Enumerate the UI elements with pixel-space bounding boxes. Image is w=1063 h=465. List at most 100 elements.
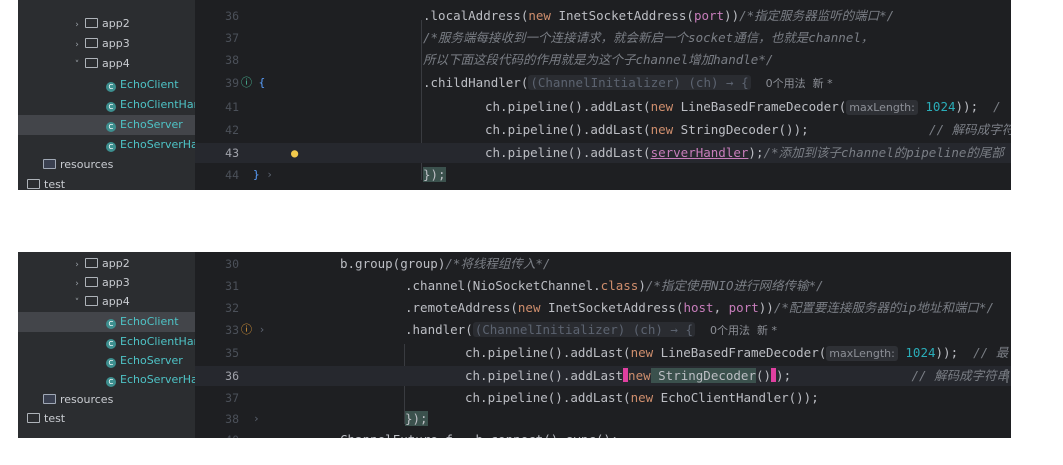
param-hint: maxLength: [826, 346, 898, 361]
scrollbar-marker[interactable] [1006, 369, 1008, 383]
tree-item-label: test [44, 178, 66, 190]
tree-item-label: EchoServerHar [120, 373, 195, 386]
chevron-down-icon[interactable]: ˅ [72, 293, 82, 313]
folder-icon [85, 18, 98, 28]
tree-item-echoclient[interactable]: C EchoClient [18, 75, 195, 95]
tree-item-label: app2 [102, 17, 130, 30]
tree-item-label: EchoClientHan [120, 98, 195, 111]
class-icon: C [106, 339, 116, 349]
tree-item-label: app3 [102, 37, 130, 50]
tree-item-resources[interactable]: resources [18, 390, 195, 410]
implementation-gutter-icon[interactable]: ⓘ › [241, 320, 281, 340]
line-number: 41 [225, 100, 239, 114]
tree-item-app2[interactable]: › app2 [18, 254, 195, 274]
line-number: 31 [225, 279, 239, 293]
tree-item-label: EchoServer [120, 354, 183, 367]
code-line[interactable]: 32 .remoteAddress(new InetSocketAddress(… [195, 298, 1011, 318]
tree-item-label: app3 [102, 276, 130, 289]
line-number: 33 [225, 323, 239, 337]
chevron-right-icon[interactable]: › [72, 255, 82, 275]
project-tree: › app2 › app3 ˅ app4 C EchoClient C EchoClientHan… [18, 252, 195, 438]
usage-hint[interactable]: 0个用法 新 * [766, 77, 833, 90]
code-editor[interactable]: 36 .localAddress(new InetSocketAddress(p… [195, 0, 1011, 190]
code-line-current[interactable]: 43 ● ch.pipeline().addLast(serverHandler… [195, 143, 1011, 163]
ide-panel-server: › app2 › app3 ˅ app4 C EchoClient C EchoClientHan… [18, 0, 1011, 190]
class-icon: C [106, 319, 116, 329]
code-line[interactable]: 44 } › }); [195, 165, 1011, 185]
line-number: 42 [225, 123, 239, 137]
line-number: 38 [225, 412, 239, 426]
code-line[interactable]: 38 所以下面这段代码的作用就是为这个子channel增加handle*/ [195, 50, 1011, 70]
line-number: 35 [225, 346, 239, 360]
code-line[interactable]: 42 ch.pipeline().addLast(new StringDecod… [195, 120, 1011, 140]
code-editor[interactable]: 30 b.group(group)/*将线程组传入*/ 31 .channel(… [195, 252, 1011, 438]
tree-item-app2[interactable]: › app2 [18, 14, 195, 34]
code-line[interactable]: 40 ChannelFuture f = b.connect().sync(); [195, 430, 1011, 438]
folder-icon [27, 179, 40, 189]
class-icon: C [106, 82, 116, 92]
folder-icon [85, 38, 98, 48]
chevron-right-icon[interactable]: › [72, 15, 82, 35]
tree-item-resources[interactable]: resources [18, 155, 195, 175]
code-line[interactable]: 35 ch.pipeline().addLast(new LineBasedFr… [195, 343, 1011, 363]
resources-folder-icon [43, 159, 56, 169]
tree-item-echoserverhar[interactable]: C EchoServerHar [18, 135, 195, 155]
tree-item-test[interactable]: test [18, 409, 195, 429]
tree-item-app4[interactable]: ˅ app4 [18, 54, 195, 74]
code-line[interactable]: 38 › }); [195, 409, 1011, 429]
tree-item-label: resources [60, 158, 114, 171]
code-line[interactable]: 37 ch.pipeline().addLast(new EchoClientH… [195, 388, 1011, 408]
tree-item-app3[interactable]: › app3 [18, 34, 195, 54]
implementation-gutter-icon[interactable]: ⓘ { [241, 73, 281, 93]
project-tree: › app2 › app3 ˅ app4 C EchoClient C EchoClientHan… [18, 0, 195, 190]
tree-item-echoclienthan[interactable]: C EchoClientHan [18, 95, 195, 115]
tree-item-label: EchoClientHan [120, 335, 195, 348]
tree-item-app3[interactable]: › app3 [18, 273, 195, 293]
tree-item-app4[interactable]: ˅ app4 [18, 292, 195, 312]
line-number: 44 [225, 168, 239, 182]
fold-gutter-icon[interactable]: } › [253, 165, 293, 185]
line-number: 36 [225, 369, 239, 383]
lambda-fold[interactable]: (ChannelInitializer) (ch) → { [472, 322, 695, 337]
class-icon: C [106, 142, 116, 152]
usage-hint[interactable]: 0个用法 新 * [710, 324, 777, 337]
lambda-fold[interactable]: (ChannelInitializer) (ch) → { [528, 75, 751, 90]
folder-icon [85, 258, 98, 268]
chevron-right-icon[interactable]: › [72, 274, 82, 294]
line-number: 40 [195, 430, 239, 438]
line-number: 39 [225, 76, 239, 90]
tree-item-label: resources [60, 393, 114, 406]
code-line-current[interactable]: 36 ch.pipeline().addLast new StringDecode… [195, 366, 1011, 386]
tree-item-label: EchoServer [120, 118, 183, 131]
line-number: 37 [225, 31, 239, 45]
tree-item-label: app4 [102, 295, 130, 308]
line-number: 38 [225, 53, 239, 67]
tree-item-echoserver[interactable]: C EchoServer [18, 351, 195, 371]
chevron-right-icon[interactable]: › [72, 35, 82, 55]
tree-item-label: EchoServerHar [120, 138, 195, 151]
resources-folder-icon [43, 394, 56, 404]
code-line[interactable]: 41 ch.pipeline().addLast(new LineBasedFr… [195, 97, 1011, 117]
folder-icon [27, 413, 40, 423]
code-line[interactable]: 39 ⓘ { .childHandler((ChannelInitializer… [195, 73, 1011, 93]
tree-item-echoserverhar[interactable]: C EchoServerHar [18, 370, 195, 390]
code-line[interactable]: 31 .channel(NioSocketChannel.class)/*指定使… [195, 276, 1011, 296]
folder-icon [85, 296, 98, 306]
code-line[interactable]: 33 ⓘ › .handler((ChannelInitializer) (ch… [195, 320, 1011, 340]
tree-item-test[interactable]: test [18, 175, 195, 190]
code-line[interactable]: 30 b.group(group)/*将线程组传入*/ [195, 254, 1011, 274]
lightbulb-icon[interactable]: ● [291, 143, 298, 163]
line-number: 43 [225, 146, 239, 160]
code-line[interactable]: 36 .localAddress(new InetSocketAddress(p… [195, 6, 1011, 26]
tree-item-echoclienthan[interactable]: C EchoClientHan [18, 332, 195, 352]
tree-item-echoclient[interactable]: C EchoClient [18, 312, 195, 332]
tree-item-label: EchoClient [120, 78, 179, 91]
code-line[interactable]: 37 /*服务端每接收到一个连接请求，就会新启一个socket通信，也就是cha… [195, 28, 1011, 48]
chevron-down-icon[interactable]: ˅ [72, 55, 82, 75]
ide-panel-client: › app2 › app3 ˅ app4 C EchoClient C EchoClientHan… [18, 252, 1011, 438]
tree-item-label: app4 [102, 57, 130, 70]
tree-item-label: app2 [102, 257, 130, 270]
fold-gutter-icon[interactable]: › [253, 409, 293, 429]
tree-item-echoserver[interactable]: C EchoServer [18, 115, 195, 135]
line-number: 37 [225, 391, 239, 405]
